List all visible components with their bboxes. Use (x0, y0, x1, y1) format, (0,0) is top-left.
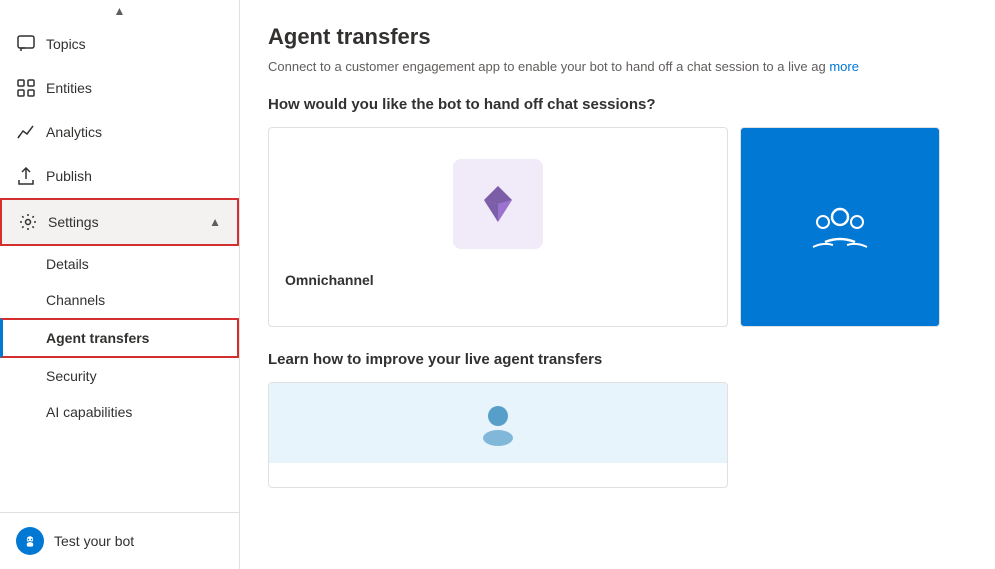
sidebar-subitem-details-label: Details (46, 256, 89, 272)
sidebar-item-topics-label: Topics (46, 36, 223, 52)
gear-icon (18, 212, 38, 232)
learn-card-1-image (269, 383, 727, 463)
sidebar-subitem-ai-capabilities[interactable]: AI capabilities (0, 394, 239, 430)
sidebar-item-entities[interactable]: Entities (0, 66, 239, 110)
sidebar-subitem-channels[interactable]: Channels (0, 282, 239, 318)
sidebar-nav: Topics Entities Analytics (0, 22, 239, 512)
more-link[interactable]: more (829, 59, 859, 74)
chart-icon (16, 122, 36, 142)
option-cards-row: Omnichannel (268, 127, 967, 327)
subtitle-text: Connect to a customer engagement app to … (268, 59, 826, 74)
test-your-bot-label: Test your bot (54, 533, 134, 549)
grid-icon (16, 78, 36, 98)
section2-title: Learn how to improve your live agent tra… (268, 351, 967, 368)
sidebar-item-publish[interactable]: Publish (0, 154, 239, 198)
upload-icon (16, 166, 36, 186)
sidebar-bottom: Test your bot (0, 512, 239, 569)
sidebar-item-topics[interactable]: Topics (0, 22, 239, 66)
omnichannel-card[interactable]: Omnichannel (268, 127, 728, 327)
sidebar-subitem-security-label: Security (46, 368, 97, 384)
sidebar-subitem-security[interactable]: Security (0, 358, 239, 394)
bot-icon (16, 527, 44, 555)
sidebar-item-analytics[interactable]: Analytics (0, 110, 239, 154)
page-subtitle: Connect to a customer engagement app to … (268, 58, 967, 76)
sidebar-item-settings-label: Settings (48, 214, 209, 230)
sidebar-item-entities-label: Entities (46, 80, 223, 96)
sidebar-subitem-details[interactable]: Details (0, 246, 239, 282)
sidebar-item-publish-label: Publish (46, 168, 223, 184)
sidebar-subitem-agent-transfers[interactable]: Agent transfers (0, 318, 239, 358)
omnichannel-logo (453, 159, 543, 249)
comment-icon (16, 34, 36, 54)
sidebar-subitem-agent-transfers-label: Agent transfers (46, 330, 149, 346)
sidebar-subitem-channels-label: Channels (46, 292, 105, 308)
sidebar-item-settings[interactable]: Settings ▲ (0, 198, 239, 246)
sidebar-subitem-ai-capabilities-label: AI capabilities (46, 404, 132, 420)
omnichannel-icon-area (285, 144, 711, 264)
main-content: Agent transfers Connect to a customer en… (240, 0, 995, 569)
sidebar-item-analytics-label: Analytics (46, 124, 223, 140)
learn-card-1[interactable] (268, 382, 728, 488)
section1-title: How would you like the bot to hand off c… (268, 96, 967, 113)
sidebar: ▲ Topics Entities (0, 0, 240, 569)
scroll-up-arrow[interactable]: ▲ (0, 0, 239, 22)
custom-engagement-card[interactable] (740, 127, 940, 327)
test-your-bot-item[interactable]: Test your bot (0, 513, 239, 569)
learn-cards-row (268, 382, 967, 488)
learn-card-1-body (269, 463, 727, 487)
custom-hub-icon-area (805, 192, 875, 262)
chevron-up-icon: ▲ (209, 215, 221, 229)
page-title: Agent transfers (268, 24, 967, 50)
omnichannel-card-label: Omnichannel (285, 272, 711, 288)
